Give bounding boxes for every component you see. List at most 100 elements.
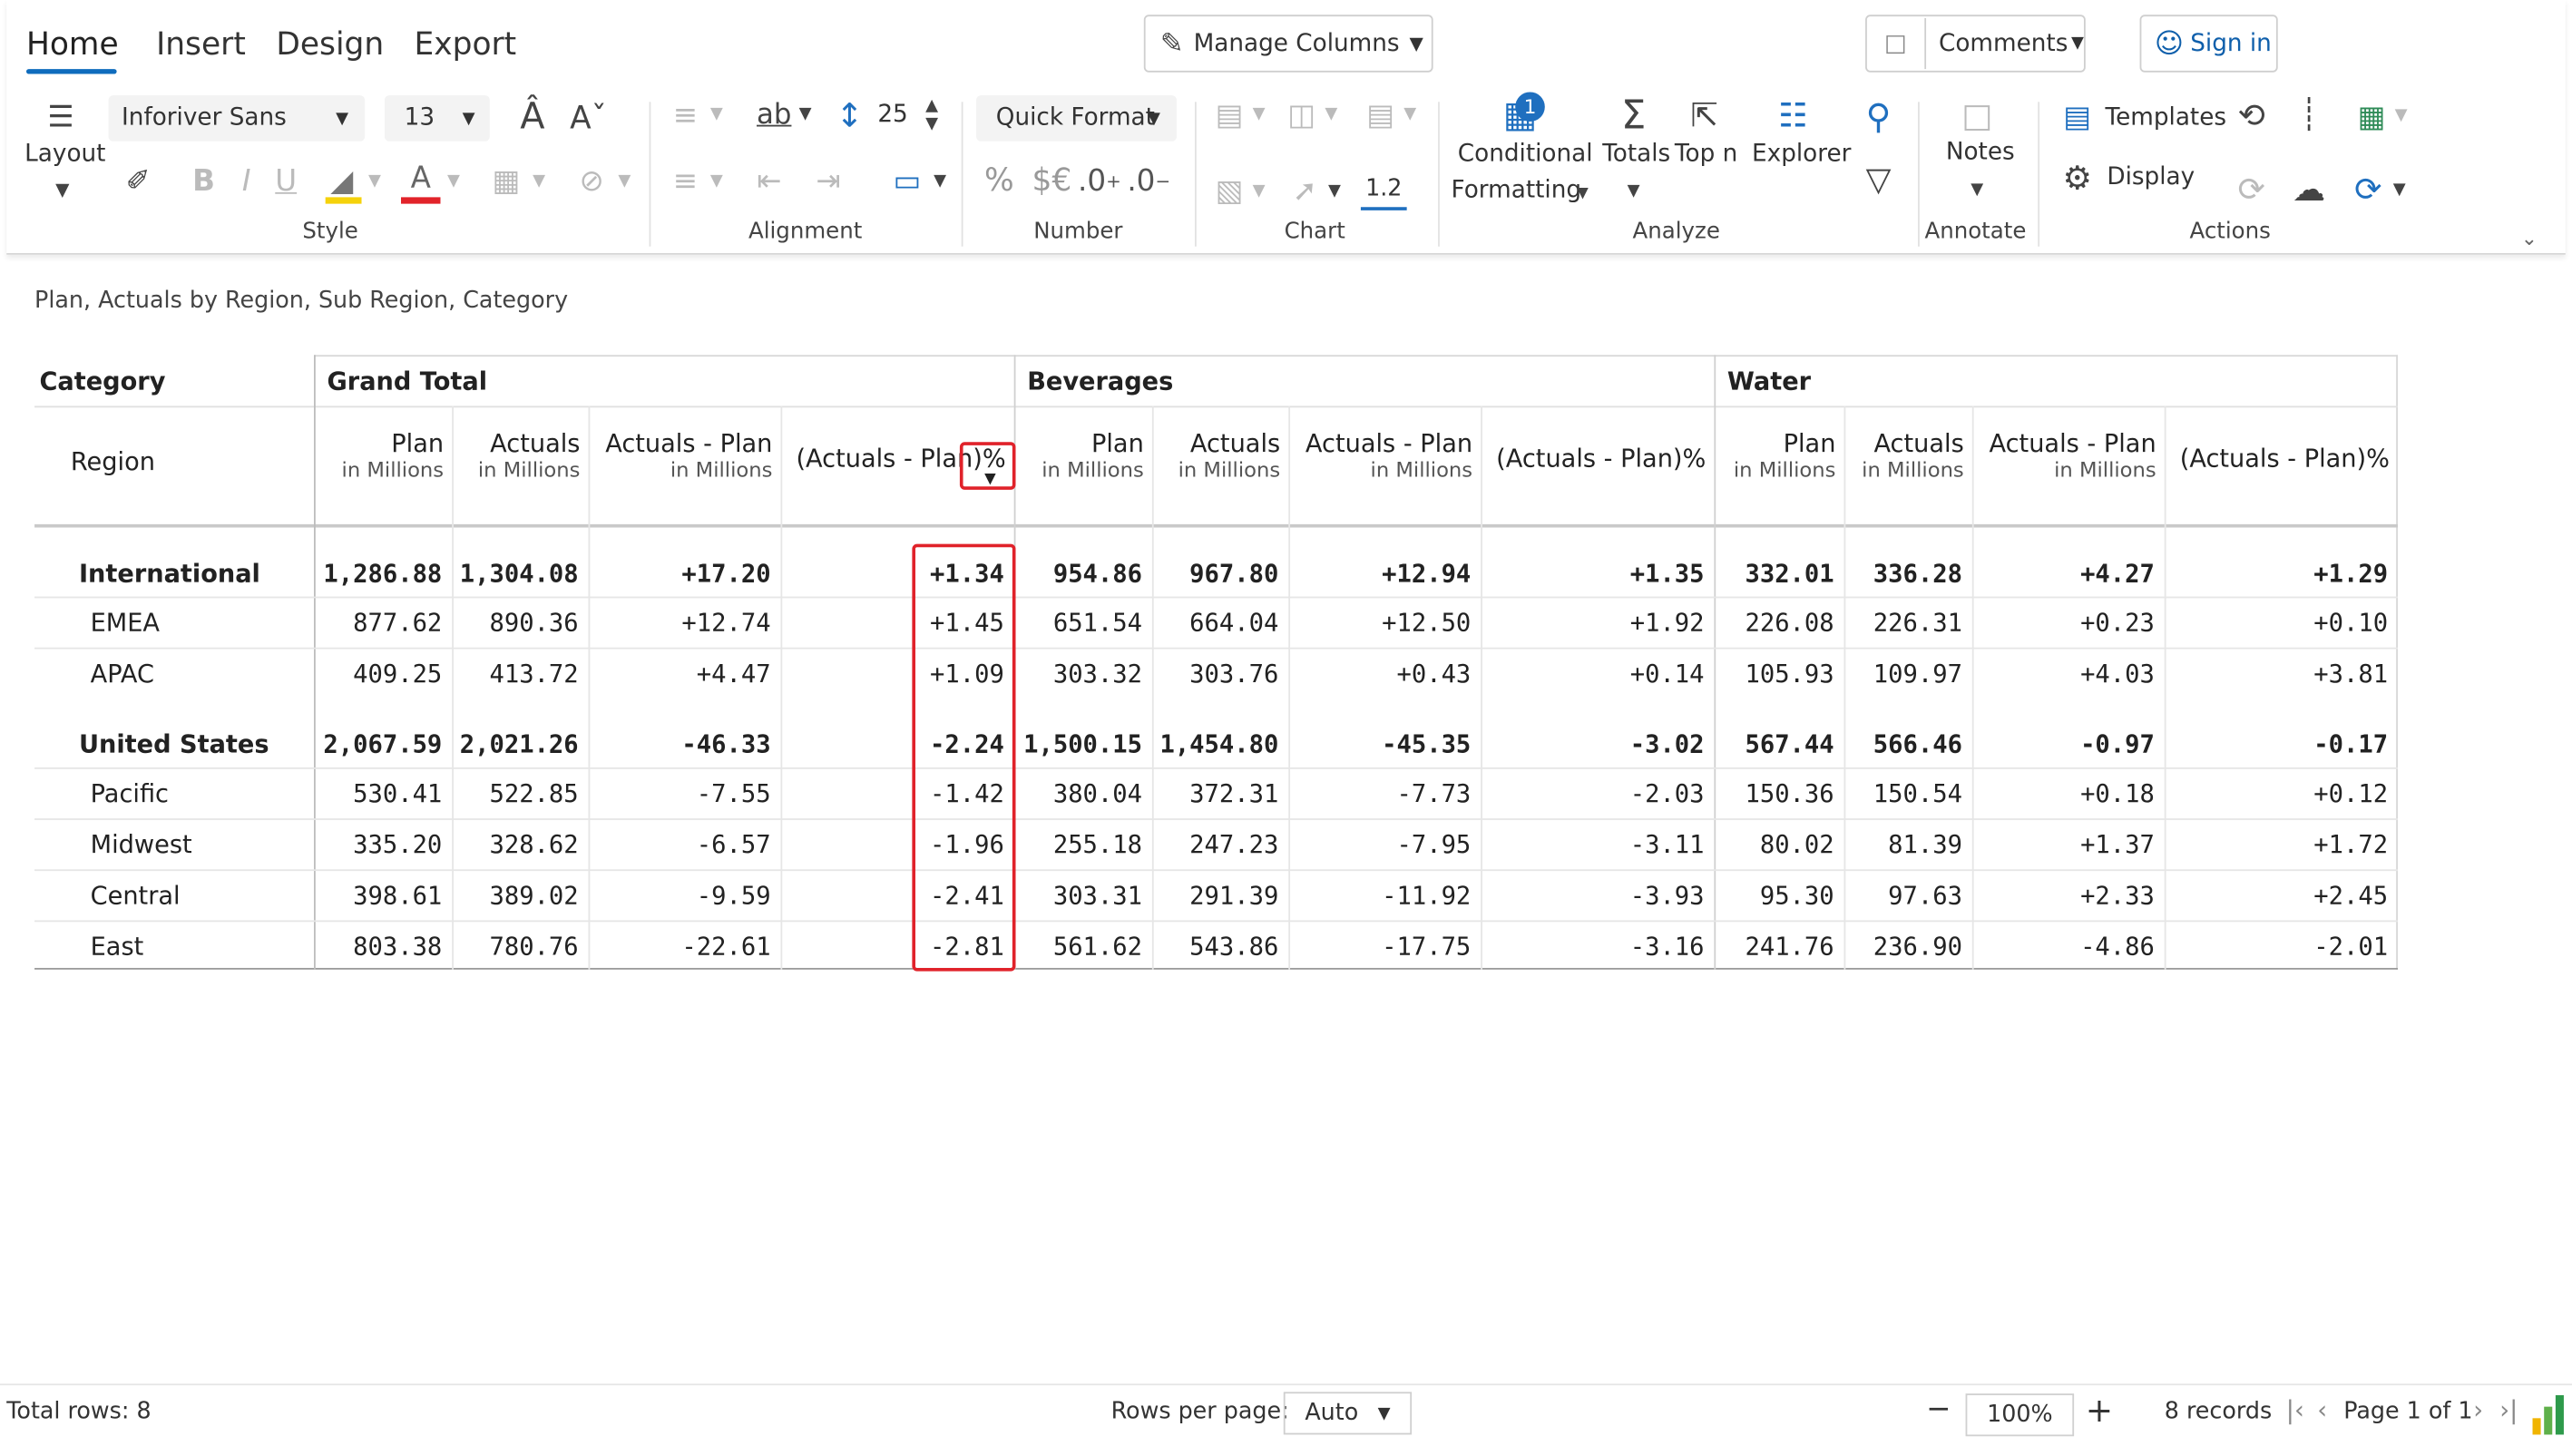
region-row-label[interactable]: United States: [79, 729, 269, 759]
font-family-select[interactable]: Inforiver Sans ▼: [108, 95, 366, 142]
currency-format-button[interactable]: $€: [1027, 161, 1076, 200]
chevron-down-icon[interactable]: ▼: [1624, 181, 1644, 200]
cell-padding-icon[interactable]: ▭: [885, 161, 931, 200]
font-color-icon[interactable]: A: [401, 158, 440, 197]
filter-icon[interactable]: ▽: [1857, 158, 1900, 200]
search-icon[interactable]: ⚲: [1857, 95, 1900, 138]
increase-font-icon[interactable]: Â: [511, 93, 553, 140]
chevron-down-icon[interactable]: ▼: [2390, 178, 2410, 200]
subregion-row-label[interactable]: EMEA: [91, 608, 160, 638]
row-height-stepper[interactable]: ▲ ▼: [920, 95, 943, 134]
chevron-down-icon[interactable]: ▼: [1249, 102, 1269, 124]
upload-cloud-icon[interactable]: ☁: [2288, 168, 2331, 210]
column-header[interactable]: Actuals - Plan in Millions: [589, 431, 781, 484]
subregion-row-label[interactable]: Central: [91, 881, 181, 911]
column-header[interactable]: Actuals - Plan in Millions: [1972, 431, 2165, 484]
templates-button[interactable]: Templates: [2106, 105, 2227, 132]
chevron-down-icon[interactable]: ▼: [1249, 179, 1269, 201]
column-header[interactable]: Actuals in Millions: [1152, 431, 1288, 484]
fill-color-icon[interactable]: ◢: [322, 161, 361, 200]
bar-chart-icon[interactable]: ▤: [1209, 95, 1248, 134]
subregion-row-label[interactable]: East: [91, 932, 144, 962]
redo-icon[interactable]: ⟳: [2230, 168, 2273, 210]
chevron-down-icon[interactable]: ▼: [1967, 179, 1987, 199]
wrap-text-icon[interactable]: ab: [753, 95, 796, 134]
zoom-level-input[interactable]: 100%: [1965, 1393, 2075, 1437]
category-header[interactable]: Category: [39, 366, 165, 396]
first-page-icon[interactable]: |‹: [2286, 1395, 2304, 1425]
variance-chart-icon[interactable]: ◫: [1282, 95, 1321, 134]
column-header[interactable]: Actuals in Millions: [452, 431, 588, 484]
region-row-label[interactable]: International: [79, 559, 260, 589]
increase-decimal-button[interactable]: .0 +: [1078, 161, 1121, 200]
chevron-down-icon[interactable]: ▼: [796, 102, 816, 124]
subregion-row-label[interactable]: Midwest: [91, 830, 192, 860]
sign-in-button[interactable]: ☺ Sign in: [2139, 15, 2278, 73]
tab-home[interactable]: Home: [26, 26, 119, 63]
chevron-down-icon[interactable]: ▼: [529, 170, 549, 192]
column-header[interactable]: Actuals in Millions: [1844, 431, 1972, 484]
rows-per-page-select[interactable]: Auto ▼: [1283, 1392, 1413, 1435]
explorer-button[interactable]: Explorer: [1752, 142, 1851, 168]
totals-button[interactable]: Totals: [1602, 142, 1670, 168]
zoom-out-button[interactable]: −: [1926, 1392, 1951, 1426]
manage-columns-button[interactable]: ✎ Manage Columns ▼: [1143, 15, 1433, 73]
horizontal-align-icon[interactable]: ≡: [664, 95, 707, 134]
subregion-row-label[interactable]: Pacific: [91, 779, 169, 809]
top-n-button[interactable]: Top n: [1675, 142, 1737, 168]
previous-page-icon[interactable]: ‹: [2317, 1395, 2327, 1425]
vertical-align-icon[interactable]: ≡: [664, 161, 707, 200]
column-group-header[interactable]: Beverages: [1027, 366, 1173, 396]
region-header[interactable]: Region: [71, 447, 155, 477]
decrease-indent-icon[interactable]: ⇤: [749, 161, 788, 200]
chevron-down-icon[interactable]: ▼: [1400, 102, 1420, 124]
column-group-header[interactable]: Grand Total: [327, 366, 487, 396]
hide-icon[interactable]: ⊘: [572, 161, 611, 200]
last-page-icon[interactable]: ›|: [2499, 1395, 2518, 1425]
tab-design[interactable]: Design: [276, 26, 384, 63]
row-height-value[interactable]: 25: [877, 102, 907, 128]
zoom-in-button[interactable]: +: [2086, 1391, 2113, 1430]
notes-button[interactable]: Notes: [1946, 140, 2015, 166]
conditional-formatting-label-line2[interactable]: Formatting: [1452, 178, 1582, 204]
borders-icon[interactable]: ▦: [486, 161, 525, 200]
conditional-formatting-label-line1[interactable]: Conditional: [1458, 142, 1593, 168]
chevron-down-icon[interactable]: ▼: [1325, 179, 1345, 201]
column-header[interactable]: (Actuals - Plan)%: [2165, 445, 2398, 472]
chevron-down-icon[interactable]: ▼: [707, 102, 727, 124]
line-chart-icon[interactable]: ➚: [1286, 171, 1325, 210]
chevron-down-icon[interactable]: ▼: [1574, 186, 1590, 202]
layout-icon[interactable]: ☰: [39, 95, 82, 138]
subregion-row-label[interactable]: APAC: [91, 659, 154, 689]
chevron-down-icon[interactable]: ▼: [930, 170, 950, 192]
quick-format-select[interactable]: Quick Format ▼: [976, 95, 1178, 142]
decrease-decimal-button[interactable]: .0−: [1127, 161, 1170, 200]
chevron-down-icon[interactable]: ▼: [615, 170, 635, 192]
chevron-down-icon[interactable]: ▼: [1321, 102, 1341, 124]
display-button[interactable]: Display: [2107, 164, 2195, 191]
ruler-icon[interactable]: ┊: [2288, 93, 2331, 136]
chevron-down-icon[interactable]: ▼: [2391, 103, 2411, 126]
integrated-chart-icon[interactable]: ▤: [1361, 95, 1400, 134]
column-header[interactable]: Actuals - Plan in Millions: [1288, 431, 1481, 484]
data-labels-button[interactable]: 1.2: [1360, 171, 1407, 210]
font-size-select[interactable]: 13 ▼: [384, 95, 490, 142]
collapse-ribbon-icon[interactable]: ⌄: [2515, 227, 2545, 249]
column-chart-icon[interactable]: ▧: [1209, 171, 1248, 210]
chevron-down-icon[interactable]: ▼: [444, 170, 464, 192]
tab-insert[interactable]: Insert: [156, 26, 246, 63]
next-page-icon[interactable]: ›: [2473, 1395, 2483, 1425]
italic-icon[interactable]: I: [230, 161, 263, 200]
chevron-down-icon[interactable]: ▼: [365, 170, 385, 192]
comments-button[interactable]: □ Comments ▼: [1865, 15, 2086, 73]
underline-icon[interactable]: U: [269, 161, 302, 200]
format-painter-icon[interactable]: ✐: [118, 161, 157, 200]
bold-icon[interactable]: B: [188, 161, 220, 200]
column-header[interactable]: (Actuals - Plan)%: [1481, 445, 1714, 472]
increase-indent-icon[interactable]: ⇥: [808, 161, 847, 200]
tab-export[interactable]: Export: [414, 26, 516, 63]
chevron-down-icon[interactable]: ▼: [49, 178, 75, 200]
decrease-font-icon[interactable]: Aˇ: [567, 97, 610, 140]
chevron-down-icon[interactable]: ▼: [707, 170, 727, 192]
percent-format-button[interactable]: %: [980, 161, 1019, 200]
